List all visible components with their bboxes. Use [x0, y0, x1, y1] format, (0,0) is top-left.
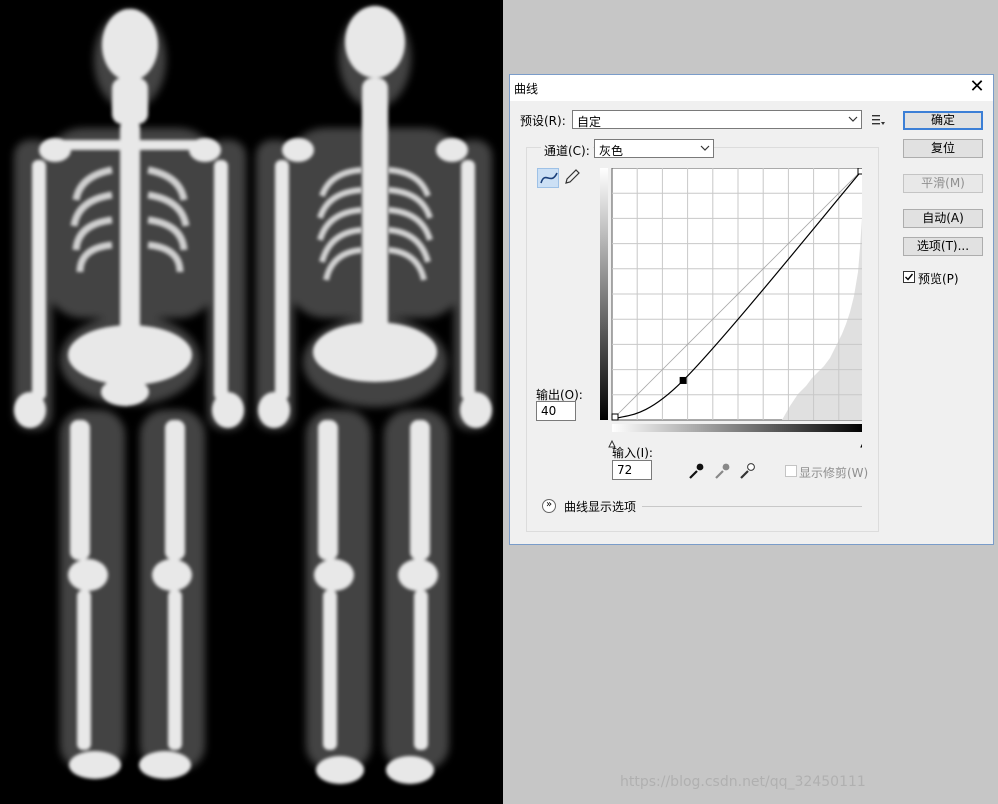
preview-label: 预览(P) [918, 272, 959, 286]
channel-select[interactable]: 灰色 [594, 139, 714, 158]
preset-menu-icon[interactable] [872, 114, 886, 126]
skeleton-posterior [256, 6, 492, 784]
curve-control-point[interactable] [611, 413, 619, 421]
display-options-label[interactable]: 曲线显示选项 [564, 498, 636, 515]
channel-value: 灰色 [599, 144, 624, 158]
input-gradient-bar [612, 424, 862, 432]
options-button[interactable]: 选项(T)... [903, 237, 983, 256]
input-field[interactable]: 72 [612, 460, 652, 480]
reset-button[interactable]: 复位 [903, 139, 983, 158]
bone-scan-image [0, 0, 503, 804]
divider [642, 506, 862, 507]
gray-eyedropper-icon[interactable] [713, 462, 731, 480]
preview-checkbox[interactable] [903, 271, 915, 283]
black-eyedropper-icon[interactable] [687, 462, 705, 480]
curve-point-tool[interactable] [537, 168, 559, 188]
output-field[interactable]: 40 [536, 401, 576, 421]
show-clipping-checkbox[interactable] [785, 465, 797, 477]
smooth-button[interactable]: 平滑(M) [903, 174, 983, 193]
preset-label: 预设(R): [520, 114, 566, 128]
dialog-title: 曲线 [514, 82, 539, 96]
dialog-titlebar: 曲线 ✕ [510, 75, 993, 101]
curve-control-point[interactable] [857, 168, 862, 175]
curves-dialog: 曲线 ✕ 预设(R): 自定 确定 复位 平滑(M) 自动(A) 选项(T)..… [509, 74, 994, 545]
chevron-down-icon [848, 116, 858, 122]
chevron-down-icon [700, 145, 710, 151]
pencil-tool[interactable] [561, 168, 583, 188]
input-label: 输入(I): [612, 446, 653, 460]
show-clipping-label: 显示修剪(W) [799, 466, 869, 480]
pencil-icon [565, 169, 580, 184]
watermark: https://blog.csdn.net/qq_32450111 [620, 774, 866, 790]
preset-select[interactable]: 自定 [572, 110, 862, 129]
curve-control-point[interactable] [679, 376, 687, 384]
skeleton-anterior [14, 9, 246, 779]
ok-button[interactable]: 确定 [903, 111, 983, 130]
auto-button[interactable]: 自动(A) [903, 209, 983, 228]
channel-label: 通道(C): [541, 142, 593, 159]
close-icon[interactable]: ✕ [961, 75, 993, 101]
output-gradient-bar [600, 168, 608, 420]
checkmark-icon [905, 273, 914, 281]
expand-chevron-icon[interactable]: » [542, 499, 556, 513]
white-eyedropper-icon[interactable] [738, 462, 756, 480]
preset-value: 自定 [577, 115, 602, 129]
curve-icon [540, 172, 558, 184]
white-point-slider[interactable] [860, 441, 862, 448]
curve-graph[interactable] [600, 168, 862, 450]
